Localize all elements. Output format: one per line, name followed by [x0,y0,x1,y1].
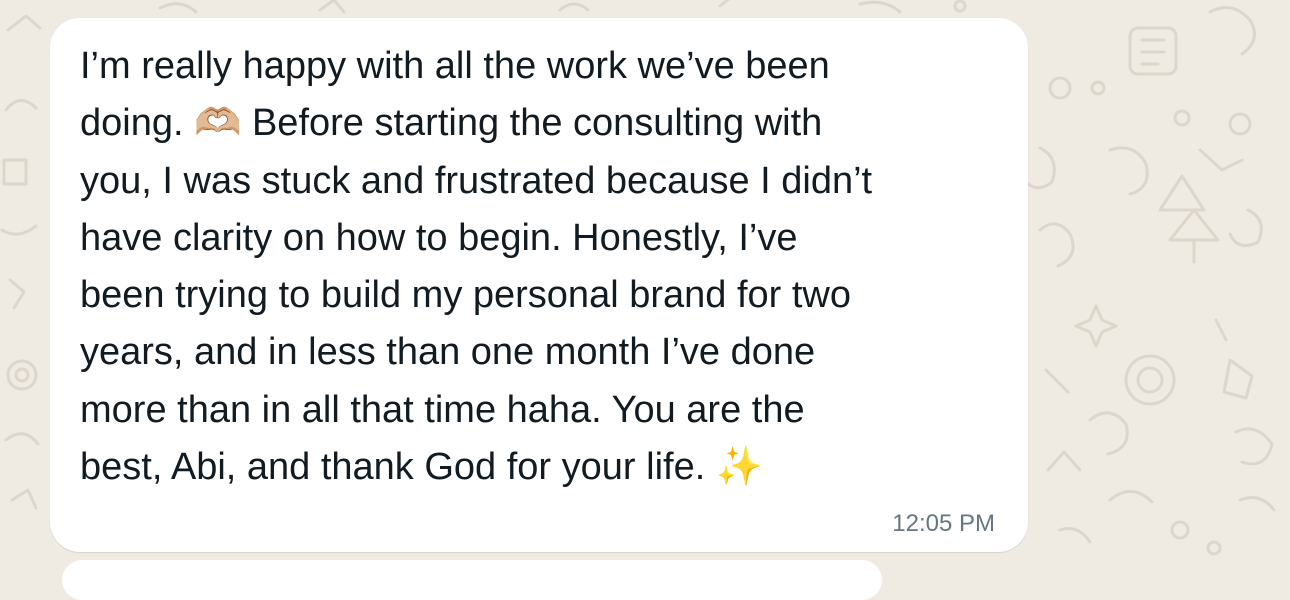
message-text: I’m really happy with all the work we’ve… [80,45,873,489]
next-message-bubble[interactable] [62,560,882,600]
message-timestamp: 12:05 PM [892,510,995,537]
message-bubble[interactable]: I’m really happy with all the work we’ve… [50,18,1028,552]
